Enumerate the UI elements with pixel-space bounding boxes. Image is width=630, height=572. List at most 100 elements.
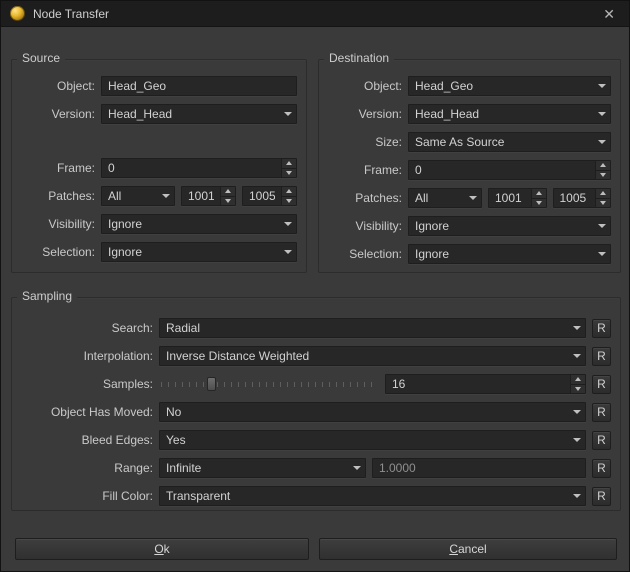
object-has-moved-dropdown[interactable]: No (159, 402, 586, 422)
destination-object-dropdown[interactable]: Head_Geo (408, 76, 611, 96)
source-selection-row: Selection: Ignore (21, 242, 297, 262)
slider-ticks (161, 382, 377, 387)
destination-version-dropdown[interactable]: Head_Head (408, 104, 611, 124)
source-selection-dropdown[interactable]: Ignore (101, 242, 297, 262)
object-has-moved-value: No (160, 405, 569, 419)
samples-reset-button[interactable]: R (592, 375, 611, 394)
sampling-bleed-edges-row: Bleed Edges: Yes R (21, 430, 611, 450)
source-patches-end-spinbox (242, 186, 297, 206)
source-visibility-label: Visibility: (21, 217, 95, 231)
source-patches-mode-dropdown[interactable]: All (101, 186, 175, 206)
bleed-edges-value: Yes (160, 433, 569, 447)
ok-button[interactable]: Ok (15, 538, 309, 560)
samples-spinbox (385, 374, 586, 394)
bleed-edges-dropdown[interactable]: Yes (159, 430, 586, 450)
spin-down-icon[interactable] (282, 197, 296, 206)
bleed-edges-label: Bleed Edges: (21, 433, 153, 447)
fill-color-label: Fill Color: (21, 489, 153, 503)
destination-patches-mode-dropdown[interactable]: All (408, 188, 482, 208)
source-object-input[interactable] (102, 77, 296, 95)
source-visibility-row: Visibility: Ignore (21, 214, 297, 234)
spin-up-icon[interactable] (282, 159, 296, 169)
spin-down-icon[interactable] (571, 385, 585, 394)
destination-patches-row: Patches: All (328, 188, 611, 208)
close-icon[interactable]: ✕ (598, 5, 620, 23)
sampling-fill-color-row: Fill Color: Transparent R (21, 486, 611, 506)
spinner-buttons (595, 161, 610, 179)
destination-patches-mode-value: All (409, 191, 465, 205)
sampling-interpolation-row: Interpolation: Inverse Distance Weighted… (21, 346, 611, 366)
destination-visibility-dropdown[interactable]: Ignore (408, 216, 611, 236)
chevron-down-icon (465, 189, 481, 207)
spin-down-icon[interactable] (282, 169, 296, 178)
source-selection-label: Selection: (21, 245, 95, 259)
interpolation-reset-button[interactable]: R (592, 347, 611, 366)
sampling-range-row: Range: Infinite R (21, 458, 611, 478)
source-version-label: Version: (21, 107, 95, 121)
fill-color-value: Transparent (160, 489, 569, 503)
fill-color-dropdown[interactable]: Transparent (159, 486, 586, 506)
sampling-search-row: Search: Radial R (21, 318, 611, 338)
spin-down-icon[interactable] (596, 171, 610, 180)
destination-size-row: Size: Same As Source (328, 132, 611, 152)
source-patches-start-spinbox (181, 186, 236, 206)
interpolation-label: Interpolation: (21, 349, 153, 363)
object-has-moved-reset-button[interactable]: R (592, 403, 611, 422)
spin-up-icon[interactable] (596, 161, 610, 171)
sampling-samples-row: Samples: R (21, 374, 611, 394)
destination-patches-end-input[interactable] (554, 189, 596, 207)
samples-slider[interactable] (159, 374, 379, 394)
spin-down-icon[interactable] (532, 199, 546, 208)
source-patches-end-input[interactable] (243, 187, 281, 205)
bleed-edges-reset-button[interactable]: R (592, 431, 611, 450)
chevron-down-icon (594, 133, 610, 151)
source-frame-spinbox (101, 158, 297, 178)
search-dropdown[interactable]: Radial (159, 318, 586, 338)
destination-patches-end-spinbox (553, 188, 612, 208)
search-reset-button[interactable]: R (592, 319, 611, 338)
fill-color-reset-button[interactable]: R (592, 487, 611, 506)
source-visibility-dropdown[interactable]: Ignore (101, 214, 297, 234)
destination-size-label: Size: (328, 135, 402, 149)
range-reset-button[interactable]: R (592, 459, 611, 478)
spin-up-icon[interactable] (221, 187, 235, 197)
interpolation-dropdown[interactable]: Inverse Distance Weighted (159, 346, 586, 366)
sampling-group: Sampling Search: Radial R Interpolation:… (11, 297, 621, 511)
destination-selection-dropdown[interactable]: Ignore (408, 244, 611, 264)
destination-selection-row: Selection: Ignore (328, 244, 611, 264)
spinner-buttons (570, 375, 585, 393)
search-label: Search: (21, 321, 153, 335)
source-patches-start-input[interactable] (182, 187, 220, 205)
destination-patches-label: Patches: (328, 191, 402, 205)
cancel-button[interactable]: Cancel (319, 538, 617, 560)
object-has-moved-label: Object Has Moved: (21, 405, 153, 419)
window-title: Node Transfer (33, 7, 598, 21)
destination-frame-input[interactable] (409, 161, 595, 179)
spin-up-icon[interactable] (571, 375, 585, 385)
spin-up-icon[interactable] (282, 187, 296, 197)
destination-size-dropdown[interactable]: Same As Source (408, 132, 611, 152)
spin-down-icon[interactable] (596, 199, 610, 208)
destination-object-value: Head_Geo (409, 79, 594, 93)
spin-up-icon[interactable] (532, 189, 546, 199)
source-visibility-value: Ignore (102, 217, 280, 231)
range-amount-input[interactable] (373, 459, 585, 477)
chevron-down-icon (594, 217, 610, 235)
source-frame-row: Frame: (21, 158, 297, 178)
source-frame-input[interactable] (102, 159, 281, 177)
destination-patches-start-input[interactable] (489, 189, 531, 207)
spin-up-icon[interactable] (596, 189, 610, 199)
source-version-dropdown[interactable]: Head_Head (101, 104, 297, 124)
title-bar[interactable]: Node Transfer ✕ (1, 1, 629, 27)
chevron-down-icon (569, 319, 585, 337)
range-label: Range: (21, 461, 153, 475)
samples-label: Samples: (21, 377, 153, 391)
slider-handle[interactable] (207, 377, 216, 391)
source-version-row: Version: Head_Head (21, 104, 297, 124)
destination-visibility-label: Visibility: (328, 219, 402, 233)
destination-version-row: Version: Head_Head (328, 104, 611, 124)
interpolation-value: Inverse Distance Weighted (160, 349, 569, 363)
range-dropdown[interactable]: Infinite (159, 458, 366, 478)
spin-down-icon[interactable] (221, 197, 235, 206)
samples-input[interactable] (386, 375, 570, 393)
